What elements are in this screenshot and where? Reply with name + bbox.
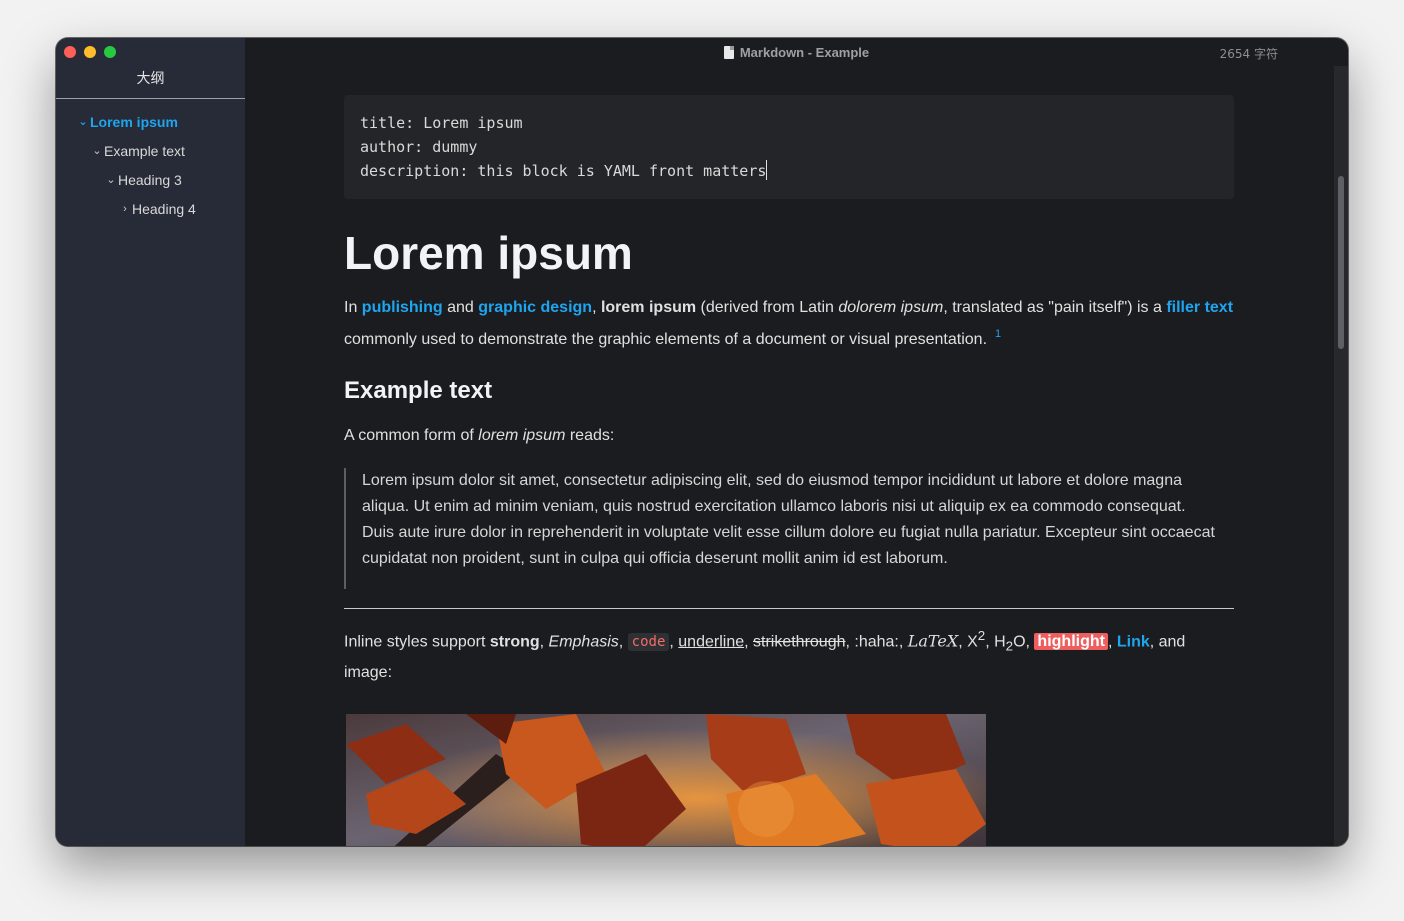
outline-list: ⌄ Lorem ipsum ⌄ Example text ⌄ Heading 3… xyxy=(56,107,245,223)
zoom-window-button[interactable] xyxy=(104,46,116,58)
text: (derived from Latin xyxy=(696,299,839,316)
yaml-line-with-cursor: description: this block is YAML front ma… xyxy=(360,159,1218,183)
text: , H xyxy=(985,633,1006,651)
text: , xyxy=(618,633,628,651)
link-graphic-design[interactable]: graphic design xyxy=(478,299,592,316)
app-window: 大纲 ⌄ Lorem ipsum ⌄ Example text ⌄ Headin… xyxy=(56,38,1348,846)
link-publishing[interactable]: publishing xyxy=(362,299,443,316)
strikethrough-text: strikethrough xyxy=(753,633,846,651)
outline-item-lorem-ipsum[interactable]: ⌄ Lorem ipsum xyxy=(56,107,245,136)
yaml-front-matter[interactable]: title: Lorem ipsum author: dummy descrip… xyxy=(344,95,1234,199)
text: , xyxy=(669,633,679,651)
strong-text: strong xyxy=(489,633,540,651)
underline-text: underline xyxy=(678,633,745,651)
horizontal-rule xyxy=(344,608,1234,609)
text: and xyxy=(442,299,479,316)
text: , xyxy=(1107,633,1117,651)
italic-text: lorem ipsum xyxy=(478,427,566,444)
text: A common form of xyxy=(344,427,479,444)
outline-item-label: Example text xyxy=(104,142,185,159)
outline-item-label: Lorem ipsum xyxy=(90,113,178,130)
text: , xyxy=(539,633,549,651)
sidebar-title: 大纲 xyxy=(136,71,165,87)
window-controls xyxy=(64,46,116,58)
text-cursor xyxy=(766,160,768,180)
maple-leaves-photo xyxy=(346,713,986,846)
text: Inline styles support xyxy=(344,633,490,651)
highlight-text: highlight xyxy=(1034,633,1108,651)
chevron-down-icon[interactable]: ⌄ xyxy=(104,173,118,186)
text: reads: xyxy=(565,427,615,444)
yaml-line: title: Lorem ipsum xyxy=(360,114,523,132)
blockquote: Lorem ipsum dolor sit amet, consectetur … xyxy=(344,468,1234,589)
yaml-line-text: description: this block is YAML front ma… xyxy=(360,162,767,180)
link-filler-text[interactable]: filler text xyxy=(1166,299,1233,316)
outline-item-heading-4[interactable]: › Heading 4 xyxy=(56,194,245,223)
text: O, xyxy=(1013,633,1035,651)
outline-sidebar: 大纲 ⌄ Lorem ipsum ⌄ Example text ⌄ Headin… xyxy=(56,38,245,846)
text: , X xyxy=(958,633,978,651)
text: , xyxy=(744,633,753,651)
footnote-ref[interactable]: 1 xyxy=(995,328,1001,340)
window-title-text: Markdown - Example xyxy=(739,45,870,60)
sidebar-divider xyxy=(56,98,245,99)
inline-code: code xyxy=(627,633,670,652)
word-count[interactable]: 2654 字符 xyxy=(1220,45,1278,62)
vertical-scrollbar[interactable] xyxy=(1334,66,1348,846)
latex-math: LaTeX xyxy=(907,631,959,651)
heading-2: Example text xyxy=(344,377,493,404)
close-window-button[interactable] xyxy=(64,46,76,58)
window-title: Markdown - Example xyxy=(245,45,1348,60)
outline-item-example-text[interactable]: ⌄ Example text xyxy=(56,136,245,165)
text: , :haha:, xyxy=(845,633,908,651)
chevron-down-icon[interactable]: ⌄ xyxy=(76,115,90,128)
outline-item-label: Heading 3 xyxy=(118,171,182,188)
text: commonly used to demonstrate the graphic… xyxy=(344,331,988,348)
intro-paragraph: In publishing and graphic design, lorem … xyxy=(344,295,1234,353)
title-bar: Markdown - Example 2654 字符 xyxy=(245,38,1348,66)
inline-styles-paragraph: Inline styles support strong, Emphasis , … xyxy=(344,623,1234,686)
heading-1: Lorem ipsum xyxy=(344,227,633,279)
common-form-paragraph: A common form of lorem ipsum reads: xyxy=(344,423,1234,449)
maple-leaves-image[interactable] xyxy=(346,713,986,846)
subscript: 2 xyxy=(1005,638,1014,654)
outline-item-heading-3[interactable]: ⌄ Heading 3 xyxy=(56,165,245,194)
italic-text: dolorem ipsum xyxy=(838,299,944,316)
chevron-right-icon[interactable]: › xyxy=(118,203,132,215)
text: , xyxy=(592,299,601,316)
outline-item-label: Heading 4 xyxy=(132,200,196,217)
text: In xyxy=(344,299,362,316)
document-icon xyxy=(723,46,734,59)
scrollbar-thumb[interactable] xyxy=(1338,176,1344,349)
yaml-line: author: dummy xyxy=(360,138,478,156)
inline-link[interactable]: Link xyxy=(1117,633,1150,650)
minimize-window-button[interactable] xyxy=(84,46,96,58)
text: , translated as "pain itself") is a xyxy=(943,299,1167,316)
chevron-down-icon[interactable]: ⌄ xyxy=(90,144,104,157)
bold-text: lorem ipsum xyxy=(600,299,697,316)
emphasis-text: Emphasis xyxy=(548,633,619,651)
editor-content[interactable]: title: Lorem ipsum author: dummy descrip… xyxy=(344,95,1234,846)
